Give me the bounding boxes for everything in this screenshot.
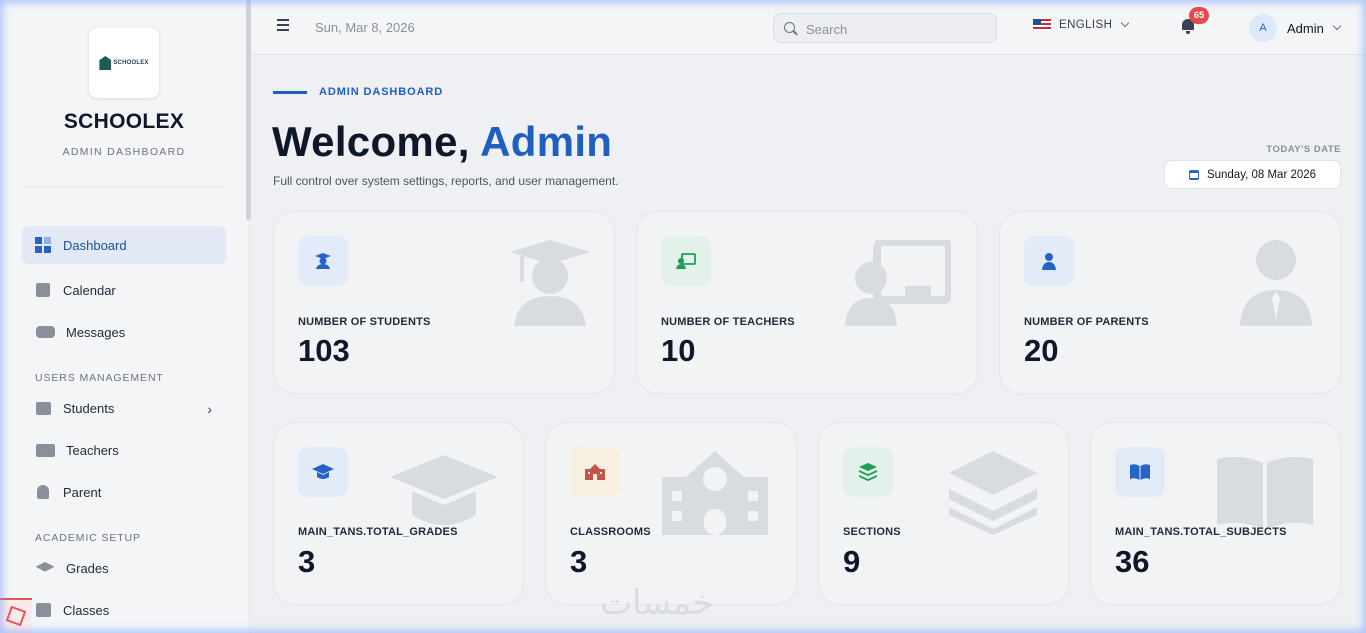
sidebar-item-label: Classes bbox=[63, 602, 110, 618]
us-flag-icon bbox=[1033, 19, 1051, 31]
stat-label: NUMBER OF PARENTS bbox=[1024, 316, 1149, 328]
notification-badge: 65 bbox=[1189, 7, 1209, 24]
stat-value: 20 bbox=[1024, 333, 1059, 368]
chevron-down-icon bbox=[1332, 21, 1342, 31]
brand-name: SCHOOLEX bbox=[63, 110, 185, 133]
stat-card-parents[interactable]: NUMBER OF PARENTS 20 bbox=[999, 211, 1341, 394]
sidebar-item-classes[interactable]: Classes bbox=[22, 591, 226, 629]
sidebar-item-dashboard[interactable]: Dashboard bbox=[22, 226, 226, 264]
stat-card-grades[interactable]: MAIN_TANS.TOTAL_GRADES 3 bbox=[273, 422, 524, 605]
student-icon bbox=[298, 236, 348, 286]
khamsat-watermark: خمسات bbox=[600, 583, 714, 623]
student-icon bbox=[35, 400, 51, 416]
sidebar-item-parent[interactable]: Parent bbox=[22, 473, 226, 511]
eyebrow-label: ADMIN DASHBOARD bbox=[319, 86, 444, 98]
sidebar-item-label: Parent bbox=[63, 484, 102, 500]
eyebrow-line bbox=[273, 90, 307, 94]
sidebar-item-grades[interactable]: Grades bbox=[22, 549, 226, 587]
stat-value: 3 bbox=[570, 544, 588, 579]
stat-card-subjects[interactable]: MAIN_TANS.TOTAL_SUBJECTS 36 bbox=[1090, 422, 1341, 605]
stat-label: CLASSROOMS bbox=[570, 526, 651, 538]
stat-label: MAIN_TANS.TOTAL_SUBJECTS bbox=[1115, 526, 1287, 538]
sidebar-item-label: Grades bbox=[66, 560, 109, 576]
school-logo: SCHOOLEX bbox=[89, 28, 159, 98]
stat-value: 36 bbox=[1115, 544, 1150, 579]
stat-value: 103 bbox=[298, 333, 350, 368]
dashboard-icon bbox=[35, 237, 51, 253]
school-building-icon bbox=[570, 447, 620, 497]
stat-label: NUMBER OF STUDENTS bbox=[298, 316, 431, 328]
sidebar: SCHOOLEX SCHOOLEX ADMIN DASHBOARD Dashbo… bbox=[0, 0, 251, 633]
parent-icon bbox=[35, 484, 51, 500]
sidebar-item-teachers[interactable]: Teachers bbox=[22, 431, 226, 469]
teacher-icon bbox=[661, 236, 711, 286]
section-academic-setup: ACADEMIC SETUP bbox=[35, 532, 141, 544]
messages-icon bbox=[35, 324, 55, 340]
building-icon bbox=[35, 602, 51, 618]
search-input[interactable] bbox=[806, 20, 986, 38]
stat-value: 10 bbox=[661, 333, 696, 368]
stat-card-students[interactable]: NUMBER OF STUDENTS 103 bbox=[273, 211, 615, 394]
stat-label: MAIN_TANS.TOTAL_GRADES bbox=[298, 526, 458, 538]
avatar: A bbox=[1249, 14, 1277, 42]
sidebar-item-label: Teachers bbox=[66, 442, 119, 458]
page-title: Welcome, Admin bbox=[272, 118, 612, 166]
user-menu[interactable]: A Admin bbox=[1249, 14, 1342, 42]
today-date-pill: Sunday, 08 Mar 2026 bbox=[1164, 160, 1341, 189]
sidebar-item-students[interactable]: Students › bbox=[22, 389, 226, 427]
today-date-value: Sunday, 08 Mar 2026 bbox=[1206, 168, 1317, 181]
header-date: Sun, Mar 8, 2026 bbox=[315, 20, 415, 35]
stat-card-sections[interactable]: SECTIONS 9 bbox=[818, 422, 1069, 605]
stat-value: 3 bbox=[298, 544, 316, 579]
teacher-icon bbox=[35, 442, 55, 458]
calendar-icon bbox=[1188, 169, 1199, 180]
stat-label: NUMBER OF TEACHERS bbox=[661, 316, 795, 328]
eyebrow: ADMIN DASHBOARD bbox=[273, 86, 443, 98]
parent-icon bbox=[1024, 236, 1074, 286]
graduation-cap-watermark-icon bbox=[390, 455, 498, 525]
section-users-management: USERS MANAGEMENT bbox=[35, 372, 164, 384]
language-selector[interactable]: ENGLISH bbox=[1033, 18, 1130, 31]
sidebar-item-label: Messages bbox=[66, 324, 126, 340]
debug-toolbar-tab[interactable] bbox=[0, 598, 32, 633]
user-name: Admin bbox=[1287, 20, 1324, 36]
search-box[interactable] bbox=[773, 13, 997, 43]
sidebar-item-label: Dashboard bbox=[63, 237, 127, 253]
brand-subtitle: ADMIN DASHBOARD bbox=[62, 146, 186, 158]
language-label: ENGLISH bbox=[1059, 19, 1113, 31]
stat-card-teachers[interactable]: NUMBER OF TEACHERS 10 bbox=[636, 211, 978, 394]
welcome-prefix: Welcome, bbox=[272, 118, 481, 165]
page-subtitle: Full control over system settings, repor… bbox=[273, 174, 619, 188]
graduation-cap-icon bbox=[35, 560, 55, 576]
sidebar-item-messages[interactable]: Messages bbox=[22, 313, 226, 351]
top-header: Sun, Mar 8, 2026 ENGLISH 65 A Admin bbox=[251, 0, 1366, 55]
calendar-icon bbox=[35, 282, 51, 298]
sidebar-item-label: Calendar bbox=[63, 282, 116, 298]
sidebar-item-label: Students bbox=[63, 400, 115, 416]
sidebar-divider bbox=[22, 186, 226, 187]
menu-toggle-icon[interactable] bbox=[277, 19, 289, 31]
parent-watermark-icon bbox=[1240, 240, 1312, 326]
book-watermark-icon bbox=[1217, 457, 1313, 529]
sidebar-item-calendar[interactable]: Calendar bbox=[22, 271, 226, 309]
stat-value: 9 bbox=[843, 544, 861, 579]
book-icon bbox=[1115, 447, 1165, 497]
graduation-cap-icon bbox=[298, 447, 348, 497]
teacher-watermark-icon bbox=[845, 240, 951, 326]
chevron-right-icon: › bbox=[207, 401, 212, 417]
logo-building-icon bbox=[99, 56, 112, 70]
school-watermark-icon bbox=[662, 451, 768, 535]
layers-icon bbox=[843, 447, 893, 497]
today-label: TODAY'S DATE bbox=[1266, 144, 1341, 155]
stat-card-classrooms[interactable]: CLASSROOMS 3 bbox=[545, 422, 797, 605]
layers-watermark-icon bbox=[949, 451, 1037, 535]
search-icon bbox=[784, 22, 795, 33]
laravel-icon bbox=[5, 605, 27, 627]
welcome-name: Admin bbox=[480, 118, 613, 165]
chevron-down-icon bbox=[1121, 18, 1130, 28]
stat-label: SECTIONS bbox=[843, 526, 901, 538]
student-watermark-icon bbox=[510, 240, 590, 326]
